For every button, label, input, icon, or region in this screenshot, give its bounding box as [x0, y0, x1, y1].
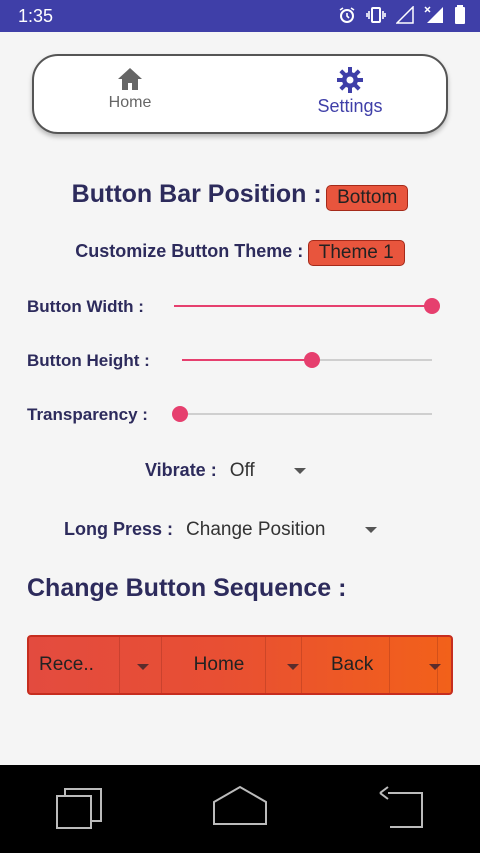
alarm-icon — [339, 7, 355, 23]
bar-position-chip[interactable]: Bottom — [326, 184, 409, 211]
divider — [301, 637, 302, 693]
long-press-label: Long Press : — [64, 519, 174, 539]
home-button-icon[interactable] — [211, 785, 269, 827]
slider-fill — [182, 359, 312, 361]
nav-home[interactable]: Home — [70, 66, 190, 112]
sequence-title: Change Button Sequence : — [27, 574, 347, 602]
sequence-bar: Rece.. Home Back — [27, 635, 453, 695]
slider-fill — [174, 305, 432, 307]
top-navigation: Home Settings — [32, 54, 448, 134]
sequence-dropdown-1[interactable]: Rece.. — [29, 637, 159, 693]
no-data-signal-icon — [424, 6, 443, 23]
divider — [265, 637, 266, 693]
slider-thumb[interactable] — [304, 352, 320, 368]
transparency-label: Transparency : — [27, 405, 148, 424]
status-icons — [338, 5, 466, 25]
button-height-slider[interactable] — [182, 350, 432, 370]
theme-chip[interactable]: Theme 1 — [307, 240, 405, 266]
home-icon — [118, 68, 142, 90]
long-press-value: Change Position — [186, 519, 326, 540]
button-height-label: Button Height : — [27, 351, 150, 370]
nav-settings-label: Settings — [317, 96, 383, 116]
bar-position-label: Button Bar Position : — [71, 180, 322, 208]
status-bar: 1:35 — [0, 0, 480, 32]
vibrate-icon — [366, 7, 386, 23]
chevron-down-icon — [293, 468, 306, 475]
transparency-slider[interactable] — [172, 404, 432, 424]
button-width-slider[interactable] — [174, 296, 440, 316]
vibrate-dropdown[interactable]: Off — [222, 460, 306, 481]
slider-thumb[interactable] — [424, 298, 440, 314]
status-time: 1:35 — [18, 6, 54, 26]
nav-home-label: Home — [108, 94, 152, 111]
settings-screen: Home Settings Button Bar Position: Bott… — [0, 32, 480, 765]
theme-label: Customize Button Theme : — [75, 241, 304, 262]
button-width-label: Button Width : — [27, 297, 144, 316]
battery-icon — [455, 5, 465, 24]
sequence-dropdown-3[interactable]: Back — [309, 637, 451, 693]
vibrate-label: Vibrate : — [145, 460, 217, 480]
chevron-down-icon — [287, 664, 299, 670]
divider — [161, 637, 162, 693]
nav-settings[interactable]: Settings — [290, 66, 410, 117]
chevron-down-icon — [429, 664, 441, 670]
recents-icon[interactable] — [54, 787, 104, 831]
vibrate-row: Vibrate : Off — [145, 460, 306, 482]
chevron-down-icon — [137, 664, 149, 670]
long-press-dropdown[interactable]: Change Position — [178, 519, 377, 540]
sequence-value-3: Back — [331, 654, 374, 675]
long-press-row: Long Press : Change Position — [64, 519, 377, 541]
sequence-value-2: Home — [193, 654, 245, 675]
slider-thumb[interactable] — [172, 406, 188, 422]
bar-position-row: Button Bar Position : Bottom — [0, 180, 480, 211]
vibrate-value: Off — [229, 460, 255, 481]
signal-icon — [396, 6, 414, 24]
divider — [119, 637, 120, 693]
chevron-down-icon — [364, 527, 377, 534]
gear-icon — [337, 67, 363, 93]
divider — [389, 637, 390, 693]
back-icon[interactable] — [376, 783, 428, 831]
divider — [437, 637, 438, 693]
sequence-dropdown-2[interactable]: Home — [159, 637, 309, 693]
sequence-value-1: Rece.. — [39, 654, 94, 675]
system-navigation-bar — [0, 765, 480, 853]
theme-row: Customize Button Theme : Theme 1 — [0, 240, 480, 266]
